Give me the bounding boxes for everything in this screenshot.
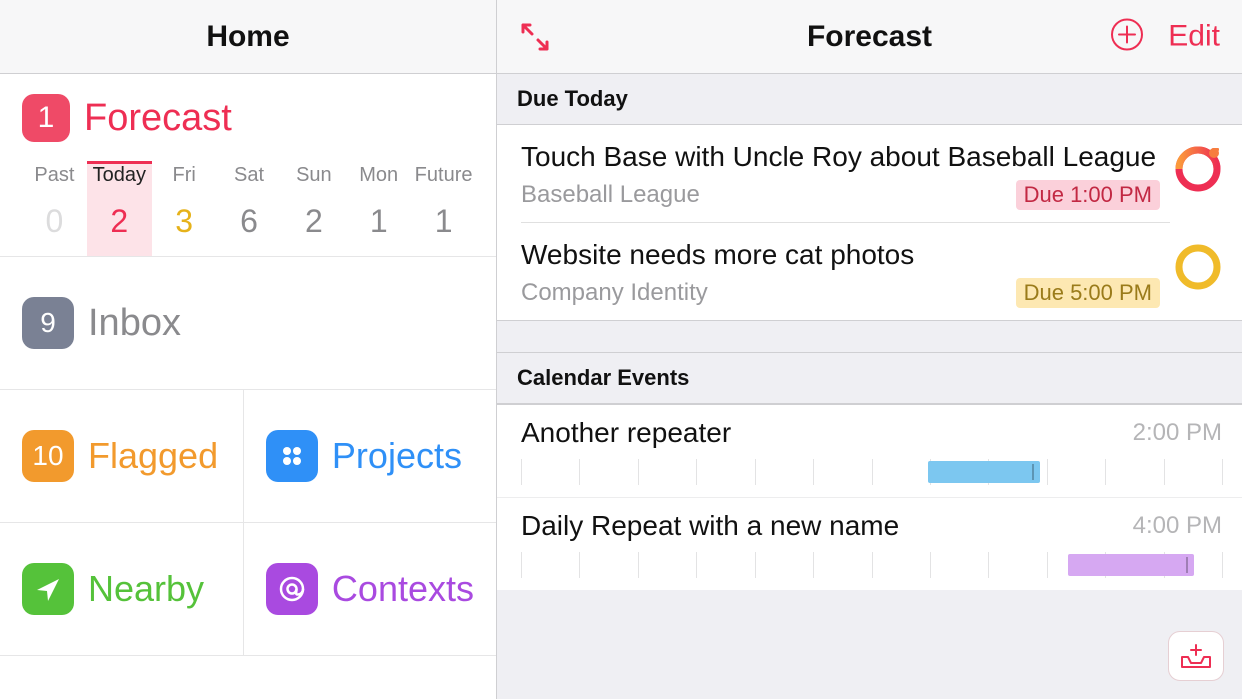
inbox-plus-icon [1180,643,1212,669]
projects-label: Projects [332,435,462,477]
forecast-day-sun[interactable]: Sun 2 [281,164,346,256]
task-row[interactable]: Website needs more cat photos Company Ide… [497,223,1242,320]
day-count: 1 [346,203,411,240]
event-timeline [521,552,1222,578]
task-list: Touch Base with Uncle Roy about Baseball… [497,125,1242,320]
sidebar-item-contexts[interactable]: Contexts [243,523,496,656]
forecast-badge: 1 [22,94,70,142]
forecast-day-fri[interactable]: Fri 3 [152,164,217,256]
nearby-badge [22,563,74,615]
main-pane: Forecast Edit Due Today Touch Base with … [497,0,1242,699]
inbox-badge: 9 [22,297,74,349]
sidebar-pane: Home 1 Forecast Past0Today2Fri3Sat6Sun2M… [0,0,497,699]
nearby-label: Nearby [88,568,204,610]
event-title: Another repeater [521,417,1133,449]
sidebar-item-inbox[interactable]: 9 Inbox [0,257,496,390]
forecast-card: 1 Forecast Past0Today2Fri3Sat6Sun2Mon1Fu… [0,74,496,257]
projects-icon [277,441,307,471]
sidebar-tile-grid: 10 Flagged Projects Nearby Contexts [0,390,496,656]
task-project: Company Identity [521,279,1016,307]
day-label: Past [22,164,87,187]
sidebar-item-nearby[interactable]: Nearby [0,523,243,656]
forecast-day-today[interactable]: Today 2 [87,164,152,256]
event-list: Another repeater2:00 PMDaily Repeat with… [497,404,1242,590]
task-title: Touch Base with Uncle Roy about Baseball… [521,139,1160,174]
task-checkbox-icon[interactable] [1174,145,1222,193]
contexts-badge [266,563,318,615]
section-header-calendar-events: Calendar Events [497,352,1242,404]
forecast-day-sat[interactable]: Sat 6 [217,164,282,256]
calendar-event-row[interactable]: Another repeater2:00 PM [497,405,1242,497]
add-button[interactable] [1110,17,1144,56]
task-project: Baseball League [521,181,1016,209]
projects-badge [266,430,318,482]
section-gap [497,320,1242,352]
task-checkbox-icon[interactable] [1174,243,1222,291]
day-label: Today [87,164,152,187]
task-due-badge: Due 1:00 PM [1016,180,1160,210]
expand-icon [519,21,551,53]
forecast-day-mon[interactable]: Mon 1 [346,164,411,256]
day-label: Future [411,164,476,187]
expand-button[interactable] [519,21,551,53]
day-count: 0 [22,203,87,240]
event-timeline [521,459,1222,485]
sidebar-item-flagged[interactable]: 10 Flagged [0,390,243,523]
event-time: 4:00 PM [1133,512,1222,540]
forecast-days-row: Past0Today2Fri3Sat6Sun2Mon1Future1 [22,164,476,256]
forecast-day-future[interactable]: Future 1 [411,164,476,256]
edit-button[interactable]: Edit [1168,20,1220,54]
day-count: 3 [152,203,217,240]
day-count: 2 [281,203,346,240]
main-navbar: Forecast Edit [497,0,1242,74]
task-row[interactable]: Touch Base with Uncle Roy about Baseball… [497,125,1242,222]
plus-circle-icon [1110,17,1144,51]
contexts-icon [277,574,307,604]
sidebar-item-projects[interactable]: Projects [243,390,496,523]
event-block[interactable] [1068,554,1194,576]
day-count: 2 [87,203,152,240]
sidebar-navbar: Home [0,0,496,74]
section-header-due-today: Due Today [497,74,1242,125]
event-block[interactable] [928,461,1040,483]
flagged-badge: 10 [22,430,74,482]
forecast-day-past[interactable]: Past 0 [22,164,87,256]
day-label: Sat [217,164,282,187]
contexts-label: Contexts [332,568,474,610]
day-label: Fri [152,164,217,187]
task-title: Website needs more cat photos [521,237,1160,272]
sidebar-title: Home [0,20,496,54]
sidebar-item-forecast[interactable]: 1 Forecast [22,94,476,142]
day-count: 1 [411,203,476,240]
inbox-label: Inbox [88,302,181,345]
flagged-label: Flagged [88,435,218,477]
forecast-label: Forecast [84,97,232,140]
calendar-event-row[interactable]: Daily Repeat with a new name4:00 PM [497,497,1242,590]
task-due-badge: Due 5:00 PM [1016,278,1160,308]
quick-add-inbox-button[interactable] [1168,631,1224,681]
day-label: Mon [346,164,411,187]
day-count: 6 [217,203,282,240]
event-time: 2:00 PM [1133,419,1222,447]
nearby-icon [33,574,63,604]
event-title: Daily Repeat with a new name [521,510,1133,542]
day-label: Sun [281,164,346,187]
